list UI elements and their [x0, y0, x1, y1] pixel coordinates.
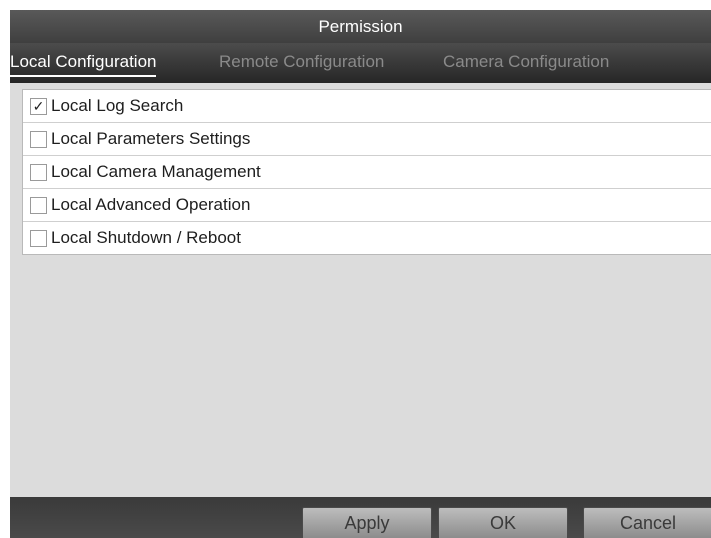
checkbox-local-advanced-operation[interactable]	[30, 196, 47, 214]
permission-row-local-camera-management[interactable]: Local Camera Management	[23, 156, 711, 189]
permission-list: ✓ Local Log Search Local Parameters Sett…	[22, 89, 711, 255]
tab-camera-configuration[interactable]: Camera Configuration	[443, 52, 609, 72]
tab-bar: Local Configuration Remote Configuration…	[10, 43, 711, 83]
cancel-button[interactable]: Cancel	[583, 507, 711, 538]
permission-row-local-log-search[interactable]: ✓ Local Log Search	[23, 90, 711, 123]
apply-button[interactable]: Apply	[302, 507, 432, 538]
checkbox-local-log-search[interactable]: ✓	[30, 97, 47, 115]
checkbox-local-parameters-settings[interactable]	[30, 130, 47, 148]
permission-label: Local Camera Management	[51, 162, 261, 181]
checkbox-local-camera-management[interactable]	[30, 163, 47, 181]
permission-label: Local Parameters Settings	[51, 129, 251, 148]
permission-label: Local Shutdown / Reboot	[51, 228, 241, 247]
permission-row-local-advanced-operation[interactable]: Local Advanced Operation	[23, 189, 711, 222]
tab-local-configuration[interactable]: Local Configuration	[10, 52, 157, 77]
permission-row-local-parameters-settings[interactable]: Local Parameters Settings	[23, 123, 711, 156]
permission-row-local-shutdown-reboot[interactable]: Local Shutdown / Reboot	[23, 222, 711, 254]
ok-button[interactable]: OK	[438, 507, 568, 538]
permission-label: Local Log Search	[51, 96, 184, 115]
tab-remote-configuration[interactable]: Remote Configuration	[219, 52, 384, 72]
permission-label: Local Advanced Operation	[51, 195, 251, 214]
dialog-title: Permission	[318, 16, 403, 36]
button-bar: Apply OK Cancel	[10, 497, 711, 538]
permission-dialog: Permission Local Configuration Remote Co…	[10, 10, 711, 538]
dialog-title-bar: Permission	[10, 10, 711, 43]
checkbox-local-shutdown-reboot[interactable]	[30, 229, 47, 247]
